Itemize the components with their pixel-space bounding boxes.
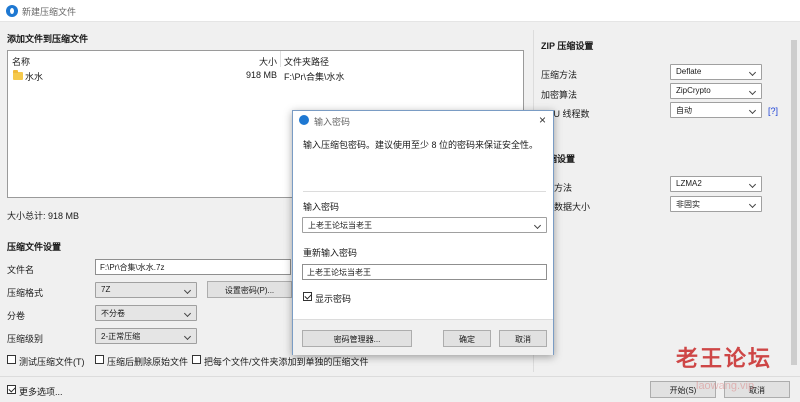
each-separate-label: 把每个文件/文件夹添加到单独的压缩文件: [204, 357, 369, 367]
dialog-separator: [303, 191, 546, 192]
help-link[interactable]: [?]: [768, 106, 778, 116]
format-label: 压缩格式: [7, 288, 44, 298]
dialog-footer: 密码管理器... 确定 取消: [293, 319, 553, 355]
right-panel: ZIP 压缩设置 压缩方法 Deflate 加密算法 ZipCrypto CPU…: [533, 30, 797, 372]
enter-password-field[interactable]: 上老王论坛当老王: [302, 217, 547, 233]
window-title: 新建压缩文件: [22, 7, 77, 17]
volume-label: 分卷: [7, 311, 26, 321]
file-name: 水水: [25, 72, 44, 82]
dialog-ok-button[interactable]: 确定: [443, 330, 491, 347]
watermark-url: laowang.vip: [696, 380, 755, 392]
solid-select[interactable]: 非固实: [670, 196, 762, 212]
level-select[interactable]: 2-正常压缩: [95, 328, 197, 344]
zip-heading: ZIP 压缩设置: [541, 41, 594, 51]
delete-original-label: 压缩后删除原始文件: [107, 357, 189, 367]
test-checkbox[interactable]: [7, 355, 16, 364]
filename-field[interactable]: F:\Pr\合集\水水.7z: [95, 259, 291, 275]
more-options-label: 更多选项...: [19, 387, 63, 397]
close-icon[interactable]: ×: [539, 113, 546, 127]
each-separate-checkbox[interactable]: [192, 355, 201, 364]
files-heading: 添加文件到压缩文件: [7, 34, 89, 44]
password-dialog: 输入密码 × 输入压缩包密码。建议使用至少 8 位的密码来保证安全性。 输入密码…: [292, 110, 554, 355]
dialog-description: 输入压缩包密码。建议使用至少 8 位的密码来保证安全性。: [303, 140, 539, 150]
title-bar: 新建压缩文件: [0, 0, 800, 22]
zip-method-label: 压缩方法: [541, 70, 578, 80]
bottom-divider: [0, 376, 800, 377]
cpu-select[interactable]: 自动: [670, 102, 762, 118]
filename-label: 文件名: [7, 265, 35, 275]
encrypt-select[interactable]: ZipCrypto: [670, 83, 762, 99]
format-select[interactable]: 7Z: [95, 282, 197, 298]
dialog-app-icon: [299, 115, 309, 125]
reenter-password-label: 重新输入密码: [303, 248, 358, 258]
volume-select[interactable]: 不分卷: [95, 305, 197, 321]
column-divider: [280, 51, 281, 67]
scrollbar[interactable]: [790, 30, 798, 372]
watermark-logo: 老王论坛: [676, 346, 773, 371]
file-size: 918 MB: [246, 70, 278, 80]
folder-icon: [13, 70, 23, 80]
z7-method-select[interactable]: LZMA2: [670, 176, 762, 192]
dialog-titlebar: 输入密码 ×: [293, 111, 553, 129]
table-row[interactable]: 水水 918 MB F:\Pr\合集\水水: [8, 67, 523, 83]
scrollbar-thumb[interactable]: [791, 40, 797, 365]
dialog-cancel-button[interactable]: 取消: [499, 330, 547, 347]
more-options-checkbox[interactable]: [7, 385, 16, 394]
zip-method-select[interactable]: Deflate: [670, 64, 762, 80]
set-password-button[interactable]: 设置密码(P)...: [207, 281, 292, 298]
solid-label: 数据大小: [554, 202, 591, 212]
z7-method-label: 方法: [554, 183, 573, 193]
test-label: 测试压缩文件(T): [19, 357, 85, 367]
reenter-password-field[interactable]: 上老王论坛当老王: [302, 264, 547, 280]
file-path: F:\Pr\合集\水水: [284, 72, 345, 82]
dialog-title: 输入密码: [314, 117, 351, 127]
total-size: 大小总计: 918 MB: [7, 211, 80, 221]
show-password-label: 显示密码: [315, 294, 352, 304]
enter-password-label: 输入密码: [303, 202, 340, 212]
show-password-checkbox[interactable]: [303, 292, 312, 301]
encrypt-label: 加密算法: [541, 90, 578, 100]
app-icon: [6, 5, 18, 17]
password-manager-button[interactable]: 密码管理器...: [302, 330, 412, 347]
delete-original-checkbox[interactable]: [95, 355, 104, 364]
settings-heading: 压缩文件设置: [7, 242, 62, 252]
level-label: 压缩级别: [7, 334, 44, 344]
